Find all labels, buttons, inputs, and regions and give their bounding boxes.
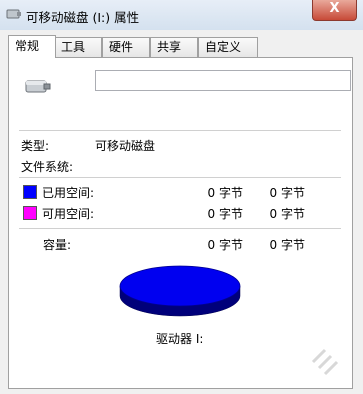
free-space-bytes: 0 字节 (207, 207, 243, 221)
removable-drive-icon (25, 80, 51, 93)
drive-label: 驱动器 I: (156, 332, 204, 346)
free-space-swatch (23, 206, 37, 220)
used-space-bytes: 0 字节 (207, 186, 243, 200)
drive-name-input[interactable] (95, 70, 351, 91)
close-button[interactable]: X (312, 0, 357, 21)
watermark-logo (311, 348, 339, 376)
capacity-size: 0 字节 (269, 238, 305, 252)
tab-general[interactable]: 常规 (8, 35, 56, 58)
properties-dialog: 常规 工具 硬件 共享 自定义 类型: 可移动磁盘 文件系统: 已用空间: 0 … (0, 30, 363, 394)
type-value: 可移动磁盘 (95, 139, 156, 153)
used-space-swatch (23, 185, 37, 199)
tab-strip: 常规 工具 硬件 共享 自定义 (8, 35, 353, 58)
tab-tools[interactable]: 工具 (54, 37, 102, 57)
title-bar: 可移动磁盘 (I:) 属性 X (0, 0, 363, 31)
type-label: 类型: (21, 139, 50, 153)
free-space-size: 0 字节 (269, 207, 305, 221)
free-space-label: 可用空间: (42, 207, 95, 221)
tab-sharing[interactable]: 共享 (150, 37, 198, 57)
tab-hardware[interactable]: 硬件 (102, 37, 150, 57)
capacity-label: 容量: (43, 238, 72, 252)
divider (19, 228, 341, 230)
window-title: 可移动磁盘 (I:) 属性 (26, 10, 140, 25)
capacity-bytes: 0 字节 (207, 238, 243, 252)
tab-customize[interactable]: 自定义 (198, 37, 258, 57)
disk-usage-pie (119, 265, 241, 317)
divider (19, 130, 341, 132)
filesystem-label: 文件系统: (21, 160, 74, 174)
removable-drive-icon (6, 9, 21, 19)
general-panel: 类型: 可移动磁盘 文件系统: 已用空间: 0 字节 0 字节 可用空间: 0 … (8, 57, 353, 389)
divider (19, 177, 341, 179)
used-space-label: 已用空间: (42, 186, 95, 200)
close-icon: X (329, 1, 340, 16)
used-space-size: 0 字节 (269, 186, 305, 200)
